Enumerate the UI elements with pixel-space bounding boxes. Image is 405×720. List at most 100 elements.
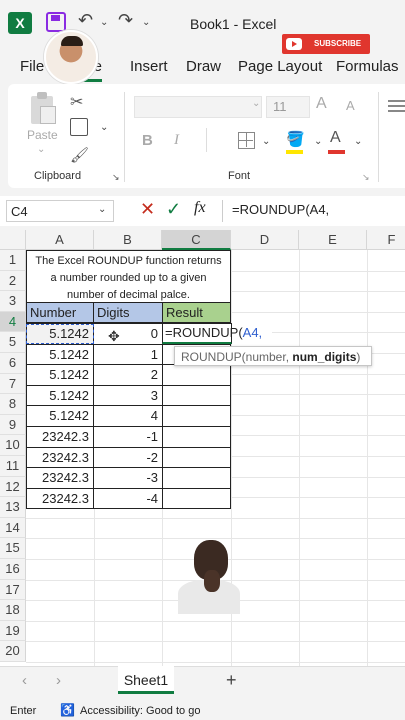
align-icon[interactable] — [388, 100, 405, 102]
redo-dropdown-icon[interactable]: ⌄ — [142, 17, 150, 28]
row-header[interactable]: 18 — [0, 600, 26, 621]
row-header[interactable]: 13 — [0, 497, 26, 518]
cell-number[interactable]: 5.1242 — [26, 364, 94, 386]
cell-number[interactable]: 5.1242 — [26, 405, 94, 427]
header-number[interactable]: Number — [26, 302, 94, 323]
font-size-box[interactable]: 11 — [266, 96, 310, 118]
cell-digits[interactable]: -2 — [93, 446, 163, 469]
font-name-dropdown-icon[interactable]: ⌄ — [252, 98, 260, 109]
font-color-dropdown-icon[interactable]: ⌄ — [354, 136, 362, 147]
cell-digits[interactable]: 0 — [93, 323, 163, 345]
cell-result[interactable] — [162, 487, 231, 510]
cell-number[interactable]: 5.1242 — [26, 323, 94, 345]
copy-icon[interactable] — [70, 118, 88, 136]
font-launcher-icon[interactable]: ↘ — [362, 172, 370, 183]
header-result[interactable]: Result — [162, 302, 231, 323]
cell-digits[interactable]: 2 — [93, 364, 163, 386]
italic-button[interactable]: I — [174, 132, 179, 149]
enter-check-icon[interactable]: ✓ — [166, 199, 181, 220]
tab-page-layout[interactable]: Page Layout — [238, 58, 322, 75]
row-header[interactable]: 15 — [0, 538, 26, 559]
worksheet-grid[interactable]: A B C D E F 1 2 3 4 5 6 7 8 9 10 11 12 13 14 15 16 17 18 1… — [0, 230, 405, 666]
cell-number[interactable]: 23242.3 — [26, 487, 94, 510]
row-header[interactable]: 19 — [0, 620, 26, 642]
cell-digits[interactable]: -4 — [93, 487, 163, 510]
row-header[interactable]: 2 — [0, 270, 26, 292]
row-header[interactable]: 9 — [0, 414, 26, 436]
column-header-c[interactable]: C — [162, 230, 231, 250]
next-sheet-icon[interactable]: › — [56, 672, 61, 689]
font-name-box[interactable] — [134, 96, 262, 118]
cut-icon[interactable]: ✂ — [70, 92, 83, 112]
row-header[interactable]: 20 — [0, 641, 26, 662]
copy-dropdown-icon[interactable]: ⌄ — [100, 122, 108, 133]
accessibility-icon[interactable]: ♿ — [60, 703, 75, 717]
grow-font-icon[interactable]: A — [316, 95, 327, 113]
cell-result[interactable] — [162, 384, 231, 407]
cell-result[interactable] — [162, 426, 231, 448]
row-header[interactable]: 3 — [0, 291, 26, 312]
cell-number[interactable]: 23242.3 — [26, 446, 94, 469]
paste-dropdown-icon[interactable]: ⌄ — [37, 144, 45, 155]
cell-result[interactable] — [162, 364, 231, 386]
cell-number[interactable]: 5.1242 — [26, 343, 94, 366]
column-header-b[interactable]: B — [94, 230, 162, 250]
borders-dropdown-icon[interactable]: ⌄ — [262, 136, 270, 147]
row-header[interactable]: 5 — [0, 332, 26, 353]
column-header-f[interactable]: F — [367, 230, 405, 250]
prev-sheet-icon[interactable]: ‹ — [22, 672, 27, 689]
row-header[interactable]: 16 — [0, 559, 26, 580]
row-header[interactable]: 14 — [0, 517, 26, 539]
format-painter-icon[interactable]: 🖌 — [70, 146, 89, 164]
paste-label[interactable]: Paste — [27, 128, 58, 142]
accessibility-status[interactable]: Accessibility: Good to go — [80, 705, 200, 717]
insert-function-icon[interactable]: fx — [194, 199, 206, 217]
cancel-icon[interactable]: ✕ — [140, 199, 155, 220]
fill-color-dropdown-icon[interactable]: ⌄ — [314, 136, 322, 147]
row-header[interactable]: 8 — [0, 394, 26, 415]
header-digits[interactable]: Digits — [93, 302, 163, 323]
cell-digits[interactable]: 3 — [93, 384, 163, 407]
formula-input[interactable]: =ROUNDUP(A4, — [232, 202, 329, 217]
row-header[interactable]: 4 — [0, 311, 26, 333]
column-header-a[interactable]: A — [26, 230, 94, 250]
row-header[interactable]: 10 — [0, 435, 26, 456]
cell-number[interactable]: 5.1242 — [26, 384, 94, 407]
editing-cell[interactable]: =ROUNDUP(A4, — [162, 323, 272, 344]
add-sheet-icon[interactable]: + — [226, 670, 237, 691]
tab-draw[interactable]: Draw — [186, 58, 221, 75]
shrink-font-icon[interactable]: A — [346, 98, 355, 113]
cell-digits[interactable]: -1 — [93, 426, 163, 448]
cell-result[interactable] — [162, 405, 231, 427]
font-color-icon[interactable]: A — [330, 129, 341, 147]
row-header[interactable]: 17 — [0, 579, 26, 601]
cell-number[interactable]: 23242.3 — [26, 426, 94, 448]
row-header[interactable]: 1 — [0, 250, 26, 271]
name-box-dropdown-icon[interactable]: ⌄ — [98, 204, 106, 215]
select-all-corner[interactable] — [0, 230, 26, 250]
paste-icon[interactable] — [28, 92, 58, 126]
row-header[interactable]: 12 — [0, 476, 26, 498]
tab-file[interactable]: File — [20, 58, 44, 75]
undo-dropdown-icon[interactable]: ⌄ — [100, 17, 108, 28]
column-header-e[interactable]: E — [299, 230, 367, 250]
clipboard-launcher-icon[interactable]: ↘ — [112, 172, 120, 183]
tab-insert[interactable]: Insert — [130, 58, 168, 75]
cell-digits[interactable]: 1 — [93, 343, 163, 366]
cell-result[interactable] — [162, 446, 231, 469]
row-header[interactable]: 11 — [0, 456, 26, 477]
row-header[interactable]: 6 — [0, 353, 26, 374]
cell-digits[interactable]: 4 — [93, 405, 163, 427]
cell-number[interactable]: 23242.3 — [26, 467, 94, 489]
cell-digits[interactable]: -3 — [93, 467, 163, 489]
row-header[interactable]: 7 — [0, 373, 26, 395]
column-header-d[interactable]: D — [231, 230, 299, 250]
bold-button[interactable]: B — [142, 132, 153, 149]
borders-icon[interactable] — [238, 132, 255, 149]
undo-icon[interactable]: ↶ — [78, 10, 93, 31]
sheet-tab-sheet1[interactable]: Sheet1 — [118, 666, 174, 694]
cell-result[interactable] — [162, 467, 231, 489]
fill-color-icon[interactable]: 🪣 — [286, 130, 305, 148]
save-icon[interactable] — [46, 12, 66, 32]
tab-formulas[interactable]: Formulas — [336, 58, 399, 75]
